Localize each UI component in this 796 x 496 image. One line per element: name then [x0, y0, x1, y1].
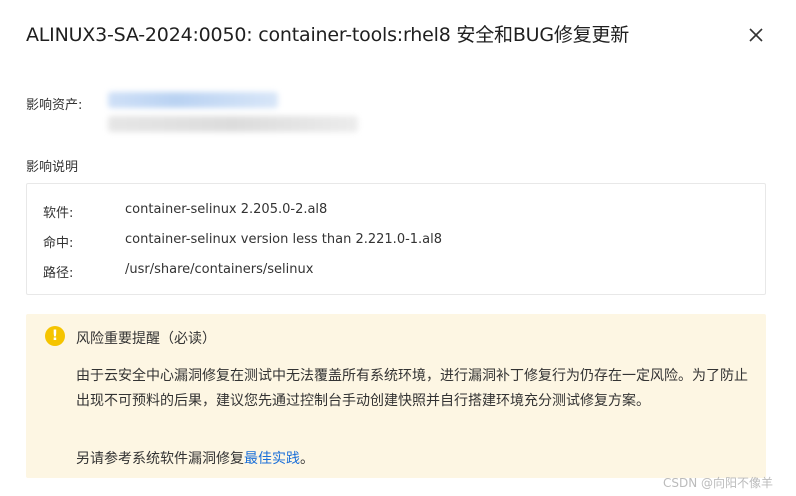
impact-row-key: 软件:: [43, 206, 74, 221]
warning-body: 由于云安全中心漏洞修复在测试中无法覆盖所有系统环境，进行漏洞补丁修复行为仍存在一…: [76, 368, 748, 409]
affected-asset-link-redacted[interactable]: [108, 92, 278, 108]
warning-title: 风险重要提醒（必读）: [76, 331, 216, 347]
close-icon[interactable]: [745, 24, 767, 46]
exclamation-icon: !: [45, 326, 65, 346]
warning-footer-suffix: 。: [300, 451, 314, 467]
best-practice-link[interactable]: 最佳实践: [244, 451, 300, 467]
impact-row-key: 命中:: [43, 236, 74, 251]
dialog-title: ALINUX3-SA-2024:0050: container-tools:rh…: [26, 24, 630, 46]
impact-row-value: /usr/share/containers/selinux: [125, 262, 314, 277]
watermark: CSDN @向阳不像羊: [663, 476, 774, 490]
impact-label: 影响说明: [26, 160, 79, 175]
impact-row-value: container-selinux version less than 2.22…: [125, 232, 443, 247]
warning-footer-text: 另请参考系统软件漏洞修复: [76, 451, 244, 467]
risk-warning-panel: ! 风险重要提醒（必读） 由于云安全中心漏洞修复在测试中无法覆盖所有系统环境，进…: [26, 314, 766, 478]
impact-details-box: 软件: container-selinux 2.205.0-2.al8 命中: …: [26, 183, 766, 295]
affected-asset-detail-redacted: [108, 116, 358, 132]
impact-row-key: 路径:: [43, 266, 74, 281]
affected-assets-label: 影响资产:: [26, 98, 83, 113]
warning-footer: 另请参考系统软件漏洞修复最佳实践。: [76, 448, 314, 468]
impact-row-value: container-selinux 2.205.0-2.al8: [125, 202, 328, 217]
